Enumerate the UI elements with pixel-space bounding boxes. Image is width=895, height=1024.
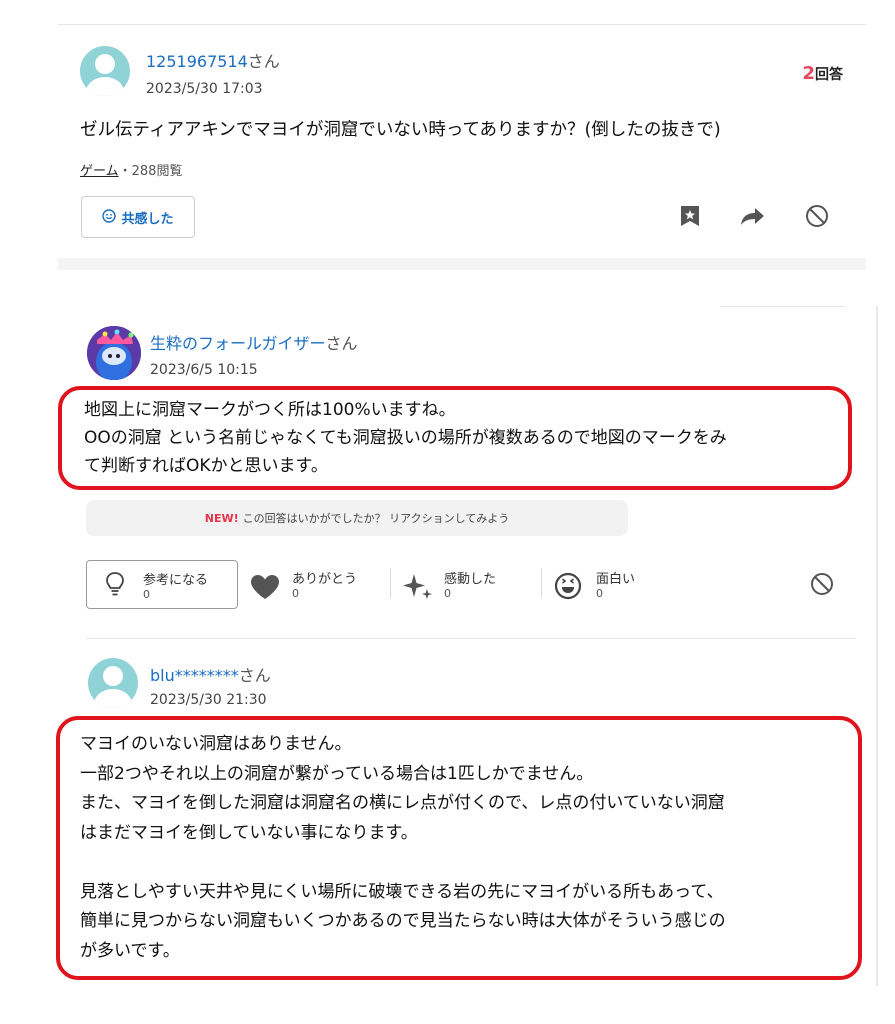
- sparkle-icon: [402, 572, 434, 606]
- question-user-name[interactable]: 1251967514: [146, 52, 248, 71]
- answer1-user-name[interactable]: 生粋のフォールガイザー: [150, 334, 326, 353]
- section-separator: [58, 258, 866, 270]
- answer2-user-name[interactable]: blu********: [150, 666, 239, 685]
- question-meta: ゲーム・288閲覧: [80, 160, 182, 179]
- reaction-count: 0: [143, 588, 150, 601]
- empathy-label: 共感した: [121, 211, 174, 227]
- answer1-user-suffix: さん: [325, 334, 358, 353]
- answer-divider: [86, 638, 856, 639]
- question-user: 1251967514さん: [146, 48, 280, 72]
- category-link[interactable]: ゲーム: [80, 164, 119, 179]
- view-count: ・288閲覧: [118, 164, 183, 179]
- answer2-avatar[interactable]: [88, 658, 138, 708]
- reaction-prompt: NEW! この回答はいかがでしたか？ リアクションしてみよう: [86, 500, 628, 536]
- reaction-divider: [390, 568, 391, 598]
- reaction-divider: [541, 568, 542, 598]
- reaction-prompt-text: この回答はいかがでしたか？ リアクションしてみよう: [242, 512, 510, 525]
- answer2-user: blu********さん: [150, 662, 271, 686]
- reaction-label: 感動した: [444, 572, 497, 587]
- reaction-label: ありがとう: [292, 572, 358, 587]
- reaction-moved-button[interactable]: 感動した 0: [400, 562, 530, 608]
- share-icon[interactable]: [740, 206, 766, 226]
- new-badge: NEW!: [204, 511, 239, 525]
- lightbulb-icon: [105, 571, 125, 601]
- question-text: ゼル伝ティアアキンでマヨイが洞窟でいない時ってありますか？(倒したの抜きで): [80, 120, 721, 140]
- answer1-date: 2023/6/5 10:15: [150, 362, 258, 378]
- highlight-box-answer1: [58, 386, 852, 490]
- reaction-label: 参考になる: [143, 573, 209, 588]
- reaction-count: 0: [444, 587, 451, 600]
- answer1-user: 生粋のフォールガイザーさん: [150, 330, 358, 354]
- question-avatar[interactable]: [80, 46, 130, 96]
- reaction-count: 0: [596, 587, 603, 600]
- question-date: 2023/5/30 17:03: [146, 81, 263, 97]
- smile-icon: [102, 208, 117, 227]
- report-icon[interactable]: [805, 204, 829, 228]
- heart-icon: [250, 574, 280, 604]
- question-user-suffix: さん: [247, 52, 280, 71]
- answer2-date: 2023/5/30 21:30: [150, 692, 267, 708]
- reaction-count: 0: [292, 587, 299, 600]
- top-divider: [58, 24, 866, 25]
- reaction-helpful-button[interactable]: 参考になる 0: [86, 560, 238, 609]
- bookmark-icon[interactable]: [680, 205, 700, 227]
- reaction-thanks-button[interactable]: ありがとう 0: [250, 562, 380, 608]
- answer1-avatar[interactable]: [87, 326, 141, 380]
- highlight-box-answer2: [56, 716, 862, 980]
- scrollbar-track[interactable]: [876, 306, 878, 986]
- answer-count-number: 2: [802, 63, 815, 84]
- laugh-face-icon: [554, 572, 582, 604]
- reaction-funny-button[interactable]: 面白い 0: [552, 562, 682, 608]
- empathy-button[interactable]: 共感した: [81, 196, 195, 238]
- report-icon[interactable]: [810, 572, 834, 596]
- answer-count-unit: 回答: [815, 67, 843, 83]
- answer-count[interactable]: 2回答: [802, 63, 843, 84]
- answer2-user-suffix: さん: [238, 666, 271, 685]
- answer-top-divider: [720, 306, 845, 307]
- reaction-label: 面白い: [596, 572, 636, 587]
